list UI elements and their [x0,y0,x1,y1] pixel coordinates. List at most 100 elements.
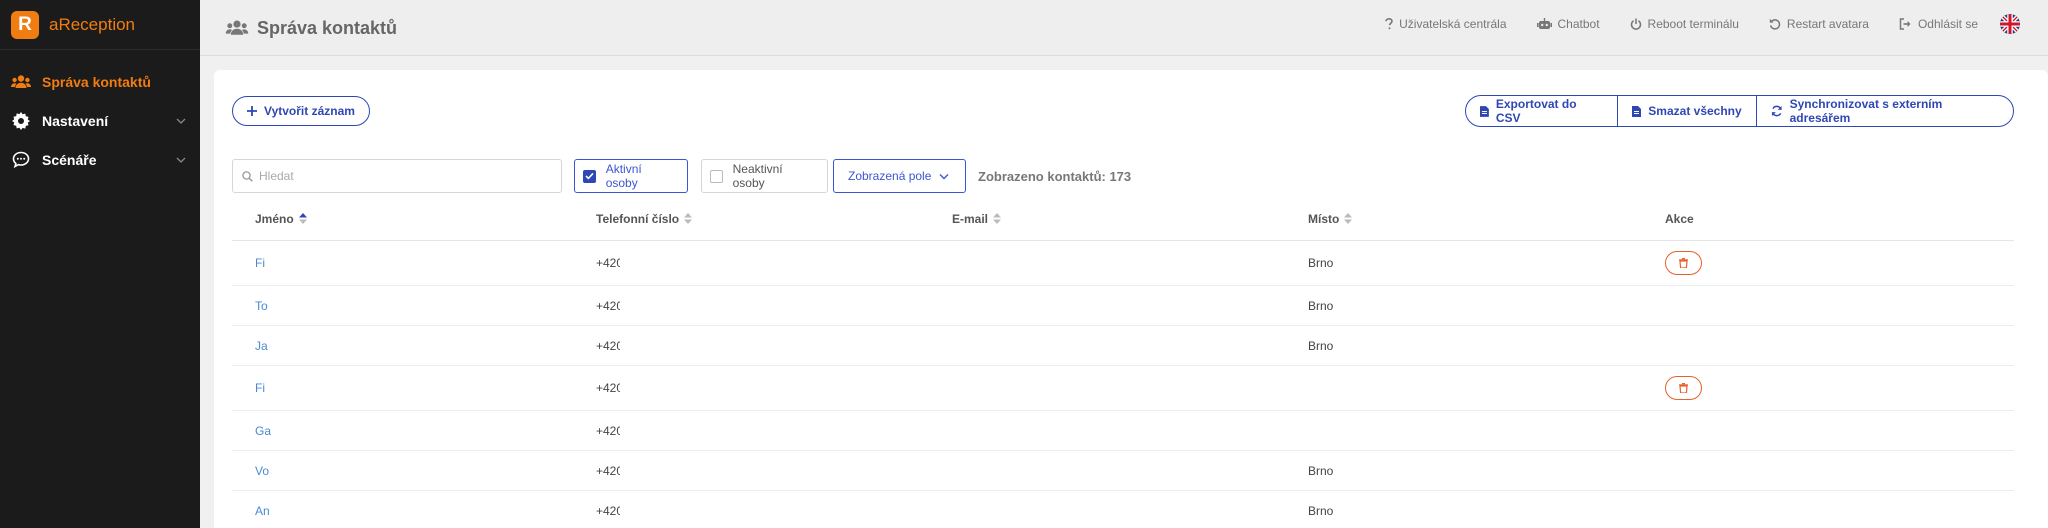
inactive-persons-toggle[interactable]: Neaktivní osoby [701,159,828,193]
plus-icon [247,106,258,116]
inactive-persons-label: Neaktivní osoby [732,162,783,190]
brand-logo: R [11,10,39,39]
row-phone: +420 [596,423,620,438]
column-place-label: Místo [1308,211,1340,226]
contact-count: Zobrazeno kontaktů: 173 [978,168,1132,184]
logout-link[interactable]: Odhlásit se [1899,17,1978,31]
robot-icon [1536,18,1552,30]
top-header: Správa kontaktů Uživatelská centrála Cha… [200,0,2048,56]
table-row[interactable]: Ja +420 Brno [232,326,2014,366]
sync-directory-button[interactable]: Synchronizovat s externím adresářem [1757,96,2013,126]
row-name[interactable]: Ja [255,326,268,365]
table-row[interactable]: Ga +420 [232,411,2014,451]
brand-name: aReception [49,14,136,34]
page-title: Správa kontaktů [225,0,397,56]
row-name[interactable]: Vo [255,451,269,490]
row-phone: +420 [596,338,620,353]
contacts-card: Vytvořit záznam Exportovat do CSV Smazat… [214,70,2048,528]
row-name[interactable]: Fi [255,366,265,410]
search-input[interactable] [259,169,549,183]
delete-all-button[interactable]: Smazat všechny [1618,96,1757,126]
delete-all-label: Smazat všechny [1648,104,1742,118]
file-icon [1480,105,1489,117]
row-phone: +420 [596,463,620,478]
contacts-table: Jméno Telefonní číslo E-mail Místo Akce … [232,197,2014,528]
column-email[interactable]: E-mail [952,211,1002,226]
question-icon [1385,18,1393,30]
row-place: Brno [1308,503,1334,518]
sidebar-item-scenarios[interactable]: Scénáře [0,140,200,179]
reboot-terminal-link[interactable]: Reboot terminálu [1630,17,1739,31]
restart-avatar-link[interactable]: Restart avatara [1769,17,1869,31]
logout-label: Odhlásit se [1917,17,1978,31]
trash-icon [1679,258,1688,268]
create-record-button[interactable]: Vytvořit záznam [232,96,370,126]
table-row[interactable]: An +420 Brno [232,491,2014,528]
row-name[interactable]: Ga [255,411,271,450]
checkbox-checked-icon [583,169,596,183]
sidebar-item-label: Správa kontaktů [42,73,151,90]
row-phone: +420 [596,503,620,518]
active-persons-label: Aktivní osoby [605,162,642,190]
table-row[interactable]: To +420 Brno [232,286,2014,326]
table-row[interactable]: Fi +420 Brno [232,241,2014,286]
users-icon [10,74,32,90]
row-name[interactable]: An [255,491,270,528]
power-icon [1630,18,1642,30]
delete-button[interactable] [1665,376,1702,400]
export-csv-button[interactable]: Exportovat do CSV [1466,96,1618,126]
file-icon [1632,105,1642,117]
column-name[interactable]: Jméno [255,212,307,226]
uk-flag-icon[interactable] [2000,14,2020,34]
page-title-text: Správa kontaktů [257,17,398,38]
row-phone: +420 [596,381,620,395]
active-persons-toggle[interactable]: Aktivní osoby [574,159,688,193]
sidebar-nav: Správa kontaktů Nastavení Scénáře [0,62,200,179]
action-button-group: Exportovat do CSV Smazat všechny Synchro… [1465,95,2014,127]
row-phone: +420 [596,298,620,313]
column-phone[interactable]: Telefonní číslo [596,211,693,226]
sort-icon [1344,213,1353,224]
sync-directory-label: Synchronizovat s externím adresářem [1789,97,1943,125]
chatbot-link[interactable]: Chatbot [1536,17,1600,31]
chatbot-label: Chatbot [1557,17,1600,31]
displayed-fields-label: Zobrazená pole [848,169,932,183]
column-actions: Akce [1665,212,1694,226]
undo-icon [1769,18,1781,30]
create-record-label: Vytvořit záznam [264,104,355,118]
row-actions [1665,366,1702,410]
users-icon [225,20,249,35]
brand[interactable]: R aReception [0,0,200,50]
sync-icon [1771,105,1782,117]
sidebar-item-settings[interactable]: Nastavení [0,101,200,140]
row-name[interactable]: To [255,286,268,325]
search-box [232,159,562,193]
checkbox-unchecked-icon [710,169,723,183]
table-row[interactable]: Vo +420 Brno [232,451,2014,491]
row-place: Brno [1308,256,1334,270]
row-phone: +420 [596,256,620,270]
restart-avatar-label: Restart avatara [1786,17,1869,31]
user-center-link[interactable]: Uživatelská centrála [1385,17,1507,31]
sort-icon [993,213,1002,224]
delete-button[interactable] [1665,251,1702,275]
chevron-down-icon [176,118,186,124]
chat-icon [10,151,32,168]
export-csv-label: Exportovat do CSV [1495,97,1577,125]
sign-out-icon [1899,18,1912,30]
chevron-down-icon [176,157,186,163]
sidebar-item-contacts[interactable]: Správa kontaktů [0,62,200,101]
column-email-label: E-mail [952,211,989,226]
user-center-label: Uživatelská centrála [1399,17,1507,31]
column-place[interactable]: Místo [1308,211,1353,226]
table-row[interactable]: Fi +420 [232,366,2014,411]
gear-icon [10,111,32,130]
sidebar-item-label: Nastavení [42,112,109,129]
displayed-fields-dropdown[interactable]: Zobrazená pole [833,159,966,193]
reboot-terminal-label: Reboot terminálu [1647,17,1739,31]
row-name[interactable]: Fi [255,241,265,285]
chevron-down-icon [939,173,949,179]
column-phone-label: Telefonní číslo [596,211,680,226]
column-name-label: Jméno [255,211,294,226]
row-place: Brno [1308,298,1334,313]
